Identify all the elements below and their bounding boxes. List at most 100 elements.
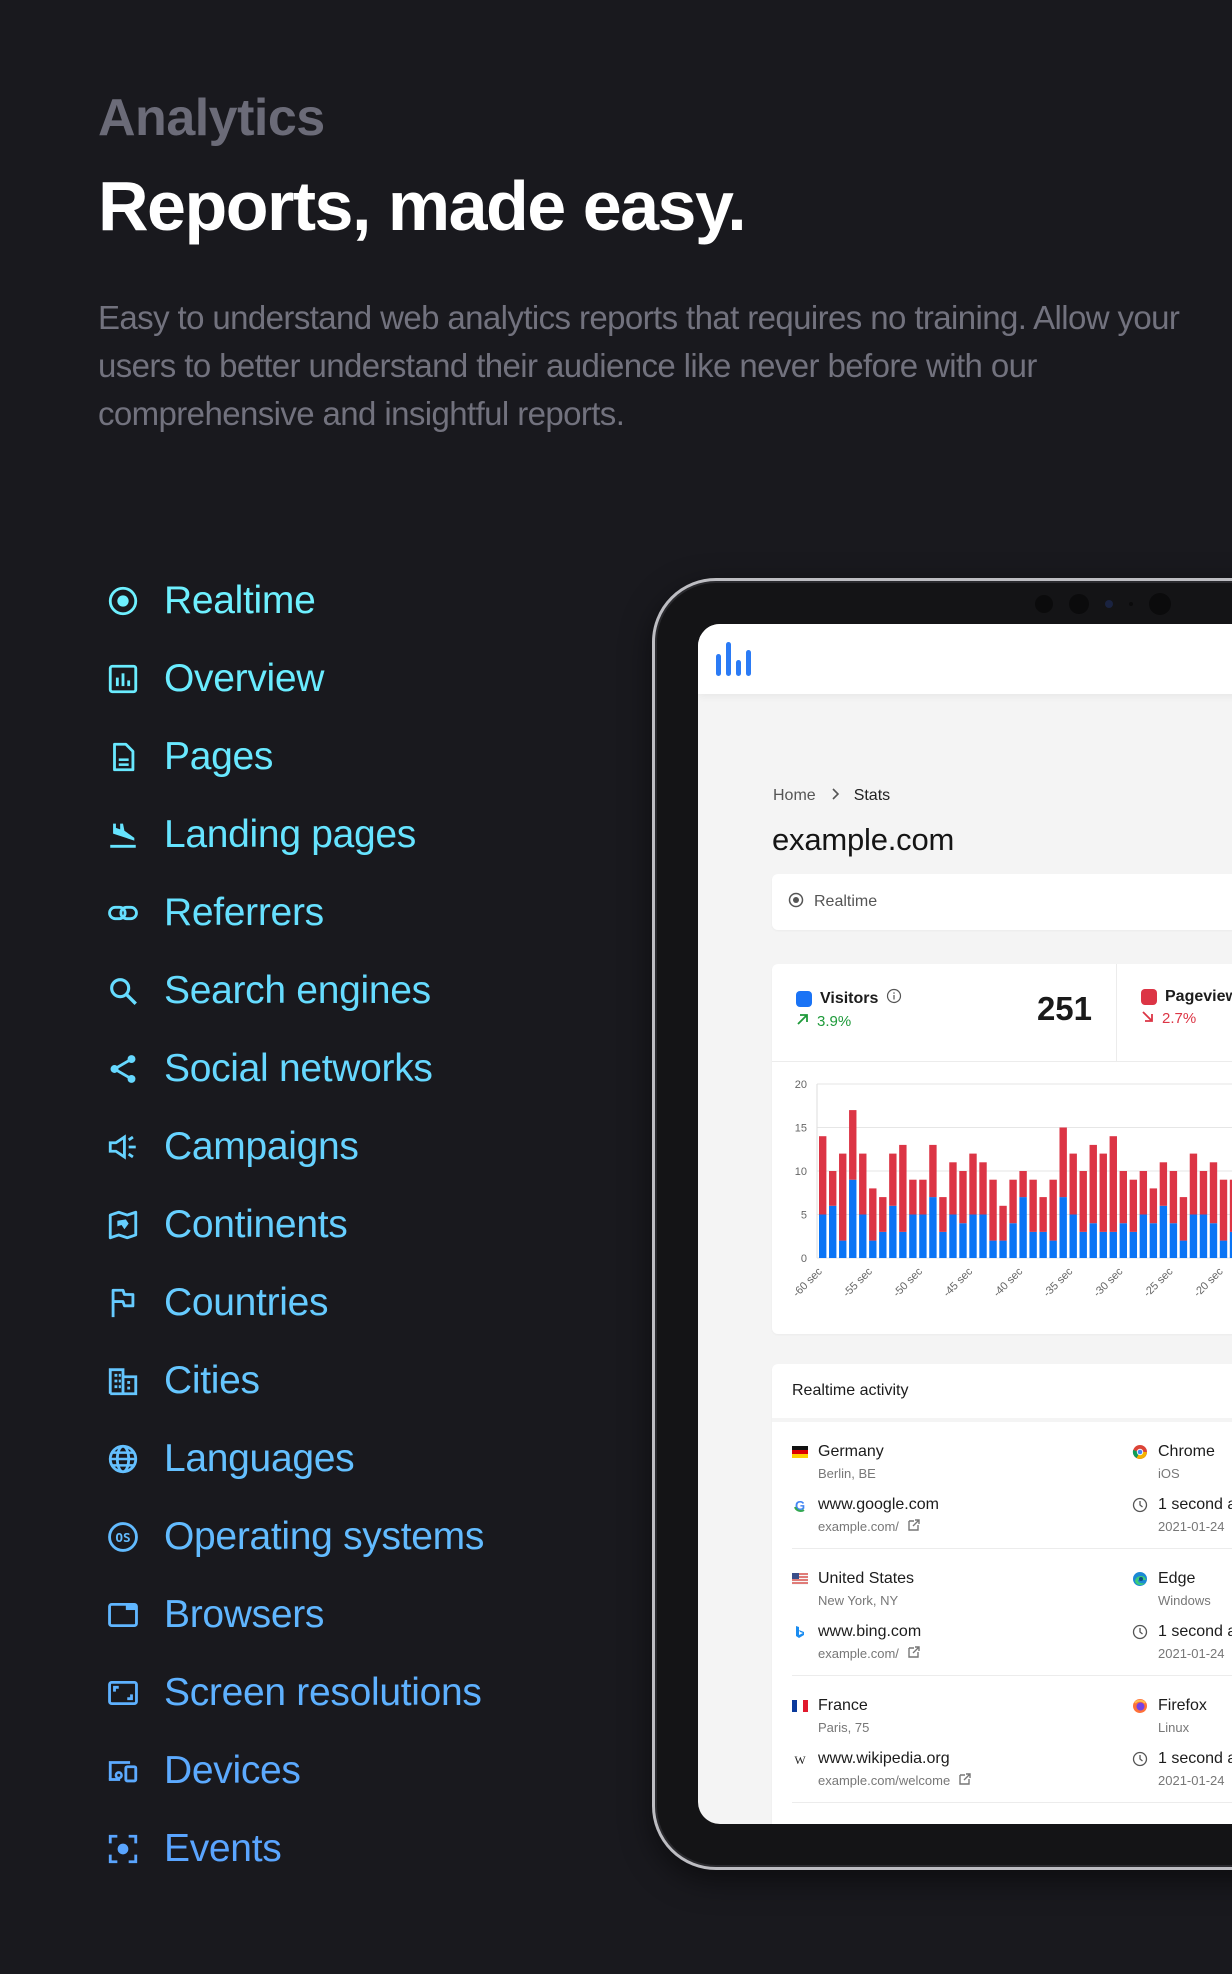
feature-item-continents[interactable]: Continents: [104, 1186, 484, 1264]
breadcrumb-home[interactable]: Home: [773, 787, 816, 805]
x-tick-label: -60 sec: [791, 1265, 825, 1299]
bar-pageviews: [1189, 1153, 1198, 1215]
feature-item-landing-pages[interactable]: Landing pages: [104, 796, 484, 874]
feature-item-campaigns[interactable]: Campaigns: [104, 1108, 484, 1186]
feature-item-devices[interactable]: Devices: [104, 1732, 484, 1810]
page-path[interactable]: example.com/: [818, 1646, 899, 1661]
feature-label: Languages: [164, 1437, 355, 1480]
activity-source: United States New York, NY www.bing.com exa…: [792, 1569, 921, 1661]
feature-item-cities[interactable]: Cities: [104, 1342, 484, 1420]
activity-source: France Paris, 75 Wwww.wikipedia.org example…: [792, 1696, 972, 1788]
feature-item-overview[interactable]: Overview: [104, 640, 484, 718]
feature-item-countries[interactable]: Countries: [104, 1264, 484, 1342]
activity-source: Germany Berlin, BE Gwww.google.com example.…: [792, 1442, 939, 1534]
country-name: France: [818, 1697, 868, 1714]
megaphone-icon: [104, 1128, 142, 1166]
bar-visitors: [1209, 1223, 1218, 1258]
y-tick-label: 5: [801, 1210, 807, 1222]
bar-pageviews: [1219, 1179, 1228, 1241]
activity-client: Edge Windows 1 second ago 2021-01-24: [1132, 1569, 1232, 1661]
city-building-icon: [104, 1362, 142, 1400]
feature-label: Operating systems: [164, 1515, 485, 1558]
feature-item-events[interactable]: Events: [104, 1810, 484, 1888]
app-screen: Home Stats example.com Realtime Visitors: [698, 624, 1232, 1824]
feature-item-referrers[interactable]: Referrers: [104, 874, 484, 952]
chrome-icon: [1132, 1444, 1148, 1460]
bar-pageviews: [1199, 1171, 1208, 1215]
bar-pageviews: [1089, 1144, 1097, 1224]
activity-title: Realtime activity: [772, 1364, 1232, 1422]
bar-visitors: [1109, 1231, 1117, 1258]
realtime-tab[interactable]: Realtime: [772, 874, 1232, 930]
bar-visitors: [949, 1214, 957, 1258]
flag-us-icon: [792, 1571, 808, 1587]
external-link-icon[interactable]: [958, 1772, 972, 1789]
referrer-link[interactable]: www.google.com: [818, 1496, 939, 1514]
bar-visitors: [1149, 1223, 1158, 1258]
location: Berlin, BE: [818, 1465, 876, 1481]
feature-item-browsers[interactable]: Browsers: [104, 1576, 484, 1654]
bar-pageviews: [1099, 1153, 1107, 1232]
bar-pageviews: [949, 1162, 957, 1215]
relative-time: 1 second ago: [1158, 1623, 1232, 1640]
breadcrumb: Home Stats: [773, 787, 890, 805]
bar-visitors: [1039, 1231, 1047, 1258]
operating-system: Windows: [1158, 1592, 1211, 1608]
bar-visitors: [959, 1223, 967, 1258]
bar-pageviews: [849, 1110, 857, 1180]
browser-name: Chrome: [1158, 1443, 1215, 1460]
time-line: 1 second ago: [1132, 1495, 1232, 1515]
bar-pageviews: [859, 1153, 867, 1215]
bar-pageviews: [819, 1136, 827, 1215]
feature-label: Campaigns: [164, 1125, 359, 1168]
bar-pageviews: [1059, 1127, 1067, 1198]
bar-pageviews: [939, 1197, 947, 1232]
bar-pageviews: [1129, 1179, 1138, 1232]
bar-pageviews: [959, 1171, 967, 1224]
feature-item-pages[interactable]: Pages: [104, 718, 484, 796]
feature-item-operating-systems[interactable]: OS Operating systems: [104, 1498, 484, 1576]
bar-pageviews: [1149, 1188, 1158, 1224]
bar-visitors: [1129, 1231, 1138, 1258]
metric-delta: 3.9%: [817, 1013, 852, 1030]
feature-item-realtime[interactable]: Realtime: [104, 562, 484, 640]
bar-pageviews: [1079, 1171, 1087, 1232]
bar-pageviews: [999, 1205, 1007, 1241]
x-tick-label: -35 sec: [1041, 1265, 1075, 1299]
landing-page: example.com/: [818, 1645, 921, 1661]
bar-visitors: [1029, 1231, 1037, 1258]
metric-name: Pageviews: [1165, 988, 1232, 1005]
referrer-link[interactable]: www.wikipedia.org: [818, 1750, 950, 1768]
metric-pageviews[interactable]: Pageviews 2.7%: [1117, 964, 1232, 1061]
referrer-line: Wwww.wikipedia.org: [792, 1749, 972, 1769]
app-header: [698, 624, 1232, 694]
referrer-link[interactable]: www.bing.com: [818, 1623, 921, 1641]
feature-item-social-networks[interactable]: Social networks: [104, 1030, 484, 1108]
metric-visitors[interactable]: Visitors 3.9% 251: [772, 964, 1117, 1061]
bar-visitors: [1059, 1197, 1067, 1258]
feature-item-screen-resolutions[interactable]: Screen resolutions: [104, 1654, 484, 1732]
page-path[interactable]: example.com/: [818, 1519, 899, 1534]
location: New York, NY: [818, 1592, 899, 1608]
bing-icon: [792, 1624, 808, 1640]
relative-time: 1 second ago: [1158, 1496, 1232, 1513]
external-link-icon[interactable]: [907, 1645, 921, 1662]
bar-visitors: [1169, 1223, 1178, 1258]
y-tick-label: 20: [795, 1079, 807, 1091]
external-link-icon[interactable]: [907, 1518, 921, 1535]
bar-visitors: [889, 1205, 897, 1258]
edge-icon: [1132, 1571, 1148, 1587]
devices-icon: [104, 1752, 142, 1790]
feature-label: Screen resolutions: [164, 1671, 482, 1714]
feature-item-languages[interactable]: Languages: [104, 1420, 484, 1498]
feature-item-search-engines[interactable]: Search engines: [104, 952, 484, 1030]
bar-visitors: [909, 1214, 917, 1258]
bar-visitors: [939, 1231, 947, 1258]
svg-text:W: W: [794, 1753, 806, 1767]
logo-icon[interactable]: [714, 640, 754, 683]
page-path[interactable]: example.com/welcome: [818, 1773, 950, 1788]
info-icon[interactable]: [886, 988, 902, 1009]
